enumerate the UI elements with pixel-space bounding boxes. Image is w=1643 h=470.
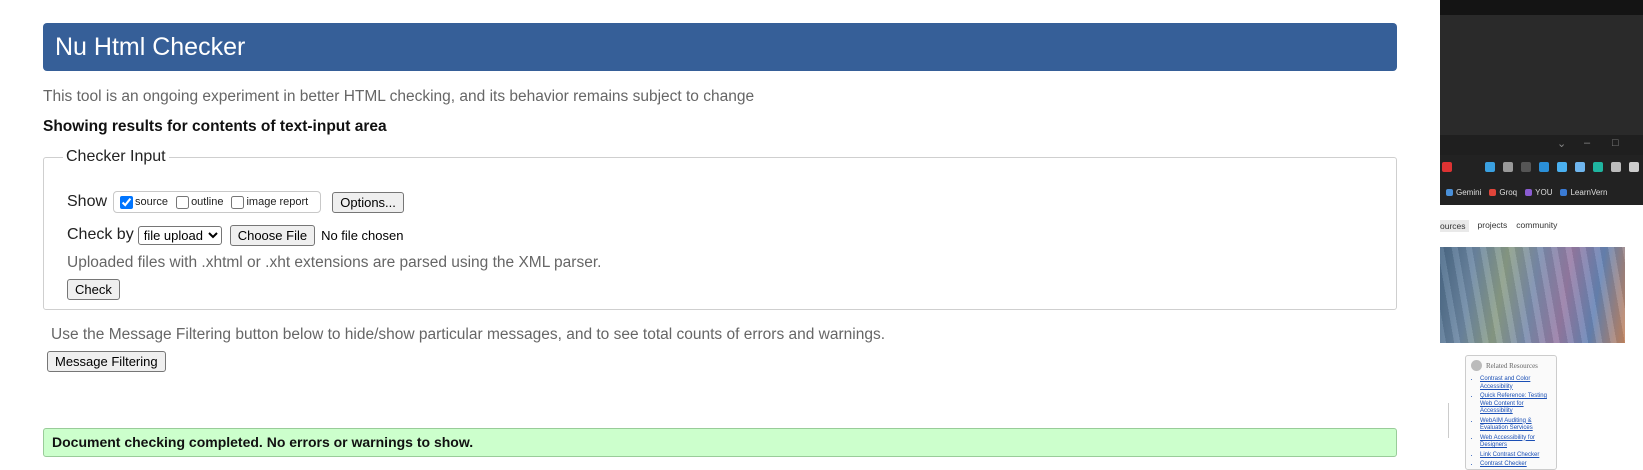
- bookmark-groq[interactable]: Groq: [1489, 188, 1517, 197]
- results-heading: Showing results for contents of text-inp…: [43, 118, 387, 135]
- show-row: Show source outline image report Options…: [67, 190, 404, 214]
- page-title: Nu Html Checker: [55, 33, 246, 61]
- you-icon: [1525, 189, 1533, 196]
- checker-input-fieldset: Checker Input Show source outline image …: [43, 148, 1397, 310]
- bookmark-label: Groq: [1499, 188, 1518, 197]
- sidebar-icon[interactable]: [1629, 162, 1639, 172]
- gemini-icon: [1446, 189, 1453, 196]
- options-button[interactable]: Options...: [332, 191, 404, 213]
- extension-icon[interactable]: [1485, 162, 1495, 172]
- related-link[interactable]: Link Contrast Checker: [1480, 452, 1552, 460]
- maximize-icon[interactable]: □: [1612, 137, 1619, 149]
- source-label: source: [135, 196, 169, 208]
- related-resources-header: Related Resources: [1471, 360, 1552, 371]
- puzzle-icon[interactable]: [1611, 162, 1621, 172]
- show-label: Show: [67, 193, 108, 210]
- related-link[interactable]: Web Accessibility for Designers: [1480, 435, 1552, 450]
- show-outline-option[interactable]: outline: [174, 195, 224, 209]
- tagline: This tool is an ongoing experiment in be…: [43, 88, 755, 105]
- side-extension-toolbar: [1440, 155, 1643, 180]
- check-by-select[interactable]: file upload: [137, 225, 222, 245]
- bookmark-label: Gemini: [1456, 188, 1482, 197]
- source-checkbox[interactable]: [120, 195, 134, 209]
- file-status: No file chosen: [321, 227, 404, 243]
- shield-icon[interactable]: [1503, 162, 1513, 172]
- nav-item-resources[interactable]: ources: [1440, 220, 1469, 232]
- page-title-bar: Nu Html Checker: [43, 23, 1397, 71]
- related-link[interactable]: Contrast and Color Accessibility: [1480, 376, 1552, 391]
- bookmark-gemini[interactable]: Gemini: [1446, 188, 1481, 197]
- image-report-label: image report: [246, 196, 309, 208]
- side-dark-area: [1440, 15, 1643, 135]
- extension-icon[interactable]: [1593, 162, 1603, 172]
- side-titlebar: ⌄ – □: [1440, 135, 1643, 155]
- side-divider: [1448, 403, 1449, 438]
- related-link[interactable]: WebAIM Auditing & Evaluation Services: [1480, 418, 1552, 433]
- checker-input-legend: Checker Input: [66, 148, 166, 165]
- extension-icon[interactable]: [1575, 162, 1585, 172]
- image-report-checkbox[interactable]: [231, 195, 245, 209]
- groq-icon: [1489, 189, 1497, 196]
- show-options-group: source outline image report: [113, 191, 322, 213]
- upload-note: Uploaded files with .xhtml or .xht exten…: [67, 254, 602, 271]
- show-image-report-option[interactable]: image report: [229, 195, 309, 209]
- chevron-down-icon[interactable]: ⌄: [1557, 137, 1566, 150]
- message-filtering-note: Use the Message Filtering button below t…: [51, 326, 886, 343]
- message-filtering-button[interactable]: Message Filtering: [47, 351, 166, 372]
- nav-item-projects[interactable]: projects: [1478, 220, 1508, 232]
- related-link[interactable]: Contrast Checker: [1480, 461, 1552, 469]
- outline-checkbox[interactable]: [176, 195, 190, 209]
- check-button[interactable]: Check: [67, 279, 120, 300]
- bookmark-learnvern[interactable]: LearnVern: [1560, 188, 1607, 197]
- outline-label: outline: [191, 196, 224, 208]
- related-resources-list: Contrast and Color Accessibility Quick R…: [1471, 376, 1552, 469]
- minimize-icon[interactable]: –: [1584, 137, 1590, 149]
- side-bookmarks-bar: Gemini Groq YOU LearnVern: [1440, 180, 1643, 205]
- extension-icon[interactable]: [1539, 162, 1549, 172]
- bookmark-label: YOU: [1535, 188, 1553, 197]
- resources-icon: [1471, 360, 1482, 371]
- related-link[interactable]: Quick Reference: Testing Web Content for…: [1480, 393, 1552, 416]
- background-browser-window: ⌄ – □ Gemini Groq YOU LearnVern ources p…: [1440, 0, 1643, 470]
- check-by-row: Check by file upload Choose File No file…: [67, 224, 403, 246]
- extension-icon[interactable]: [1521, 162, 1531, 172]
- extension-icon[interactable]: [1442, 162, 1452, 172]
- choose-file-button[interactable]: Choose File: [229, 224, 316, 246]
- side-site-nav: ources projects community: [1440, 220, 1557, 232]
- check-by-label: Check by: [67, 226, 134, 243]
- show-source-option[interactable]: source: [118, 195, 169, 209]
- side-dark-strip: [1440, 0, 1643, 15]
- success-message: Document checking completed. No errors o…: [43, 428, 1397, 457]
- side-hero-image: [1440, 247, 1625, 343]
- nav-item-community[interactable]: community: [1516, 220, 1557, 232]
- learnvern-icon: [1560, 189, 1568, 196]
- extension-icon[interactable]: [1557, 162, 1567, 172]
- bookmark-you[interactable]: YOU: [1525, 188, 1552, 197]
- related-resources-title: Related Resources: [1486, 361, 1538, 370]
- related-resources-box: Related Resources Contrast and Color Acc…: [1465, 355, 1557, 470]
- bookmark-label: LearnVern: [1570, 188, 1608, 197]
